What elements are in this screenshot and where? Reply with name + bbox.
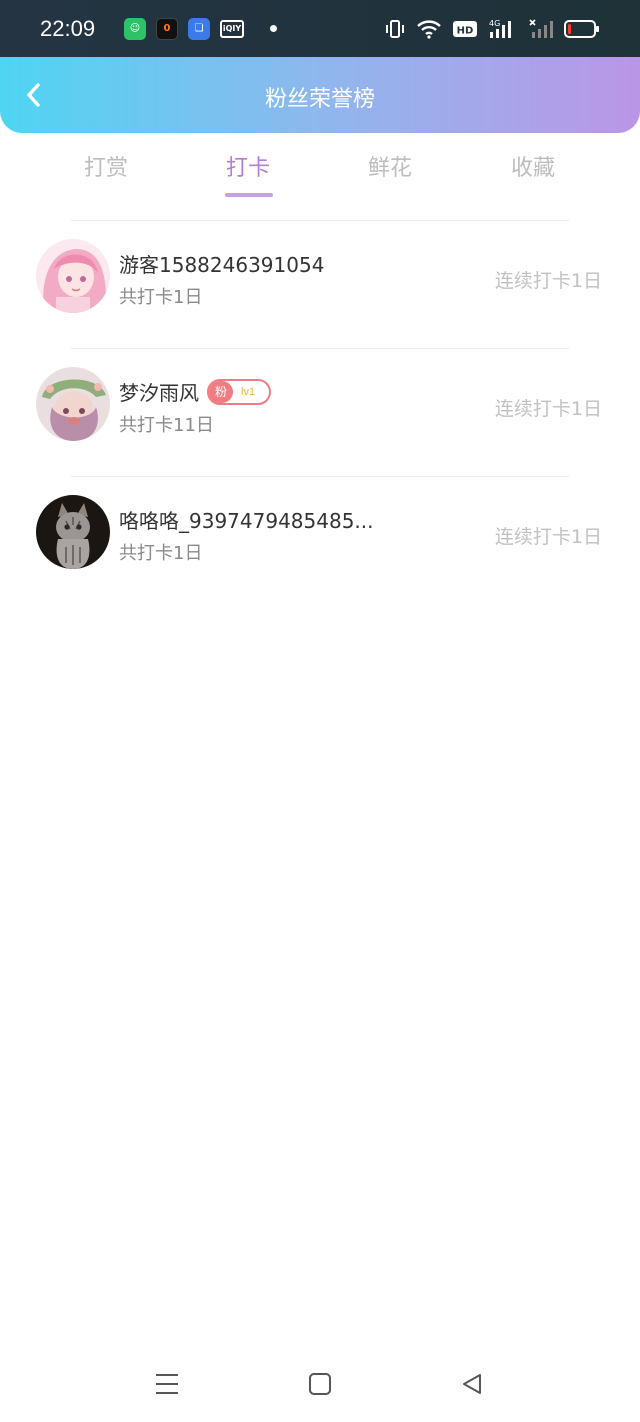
status-bar: 22:09 ☺ 0 ❏ iQIY HD 4G	[0, 0, 640, 57]
iqiyi-app-icon: iQIY	[220, 19, 244, 38]
anime-girl-pink-avatar-icon	[36, 239, 110, 313]
name-line: 咯咯咯_9397479485485...	[119, 505, 374, 534]
total-checkin: 共打卡1日	[119, 287, 203, 308]
tab-checkin[interactable]: 打卡	[188, 150, 308, 182]
home-button[interactable]	[304, 1370, 336, 1398]
avatar[interactable]	[36, 495, 110, 569]
signal-4g-icon: 4G	[488, 18, 518, 40]
tab-favorites[interactable]: 收藏	[473, 150, 593, 182]
page-title: 粉丝荣誉榜	[264, 87, 375, 112]
tab-bar: 打赏 打卡 鲜花 收藏	[0, 140, 640, 210]
menu-button[interactable]	[151, 1370, 183, 1398]
header-bar: 粉丝荣誉榜	[0, 57, 640, 133]
fan-badge-label: 粉	[209, 380, 234, 403]
tab-flowers[interactable]: 鲜花	[330, 150, 450, 182]
fitness-app-icon: 0	[156, 17, 178, 40]
status-app-icons: ☺ 0 ❏ iQIY	[124, 17, 277, 40]
anime-girl-green-hat-avatar-icon	[36, 367, 110, 441]
list-item[interactable]: 梦汐雨风 粉 lv1 共打卡11日 连续打卡1日	[0, 349, 640, 477]
avatar[interactable]	[36, 239, 110, 313]
wifi-icon	[416, 18, 442, 40]
user-name: 梦汐雨风	[119, 381, 199, 405]
battery-icon	[564, 19, 600, 39]
svg-text:HD: HD	[457, 25, 474, 36]
fan-level-badge: 粉 lv1	[207, 378, 272, 405]
streak-checkin: 连续打卡1日	[494, 526, 602, 548]
avatar[interactable]	[36, 367, 110, 441]
notification-dot-icon	[270, 25, 277, 32]
list-item[interactable]: 咯咯咯_9397479485485... 共打卡1日 连续打卡1日	[0, 477, 640, 605]
user-name: 咯咯咯_9397479485485...	[119, 509, 374, 533]
files-app-icon: ❏	[188, 17, 210, 40]
name-line: 游客1588246391054	[119, 249, 324, 278]
total-checkin: 共打卡1日	[119, 543, 203, 564]
name-line: 梦汐雨风 粉 lv1	[119, 377, 272, 406]
hd-icon: HD	[452, 19, 478, 39]
green-app-icon: ☺	[124, 17, 146, 40]
system-nav-bar	[0, 1360, 640, 1410]
streak-checkin: 连续打卡1日	[494, 398, 602, 420]
tab-active-indicator	[225, 193, 273, 197]
tab-reward[interactable]: 打赏	[46, 150, 166, 182]
svg-text:4G: 4G	[489, 19, 500, 28]
list-item[interactable]: 游客1588246391054 共打卡1日 连续打卡1日	[0, 221, 640, 349]
cat-avatar-icon	[36, 495, 110, 569]
status-time: 22:09	[40, 15, 96, 41]
signal-none-icon	[528, 18, 554, 40]
back-nav-button[interactable]	[456, 1370, 488, 1398]
menu-icon	[156, 1374, 178, 1394]
user-name: 游客1588246391054	[119, 253, 325, 277]
streak-checkin: 连续打卡1日	[494, 270, 602, 292]
status-right-icons: HD 4G	[384, 18, 600, 40]
home-icon	[309, 1373, 331, 1395]
total-checkin: 共打卡11日	[119, 415, 214, 436]
fan-badge-level: lv1	[241, 385, 256, 398]
back-triangle-icon	[463, 1374, 481, 1394]
vibrate-icon	[384, 18, 406, 40]
